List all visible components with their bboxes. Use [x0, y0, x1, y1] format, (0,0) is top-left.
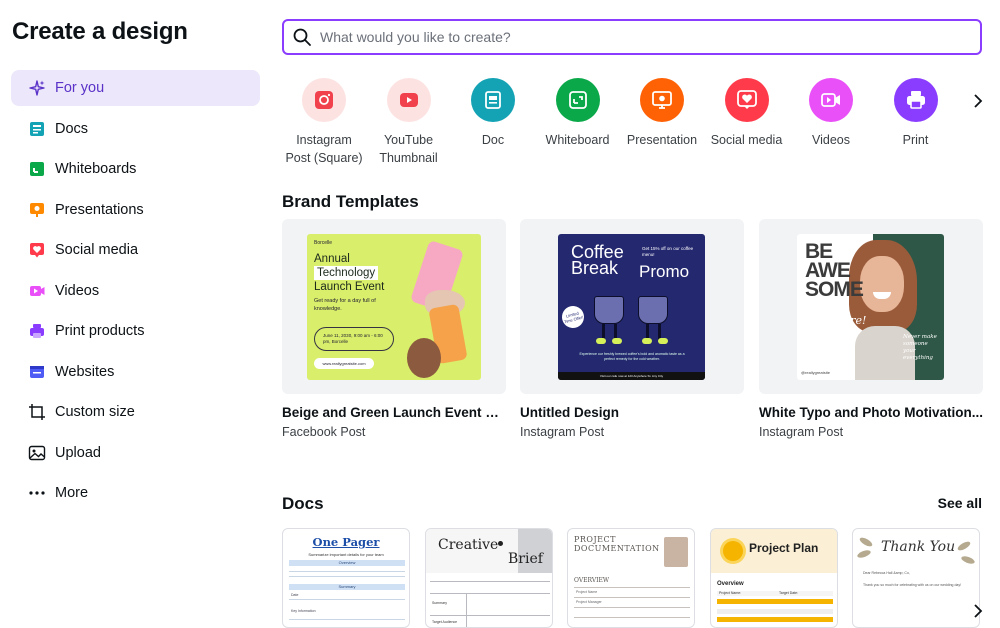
- category-label: YouTube Thumbnail: [379, 133, 438, 165]
- doc-template-card[interactable]: PROJECT DOCUMENTATION OVERVIEW Project N…: [567, 528, 695, 628]
- sidebar-item-label: Custom size: [55, 404, 135, 420]
- sidebar-item-for-you[interactable]: For you: [11, 70, 260, 106]
- sidebar-item-websites[interactable]: Websites: [11, 354, 260, 390]
- template-thumbnail: Coffee Break Promo Get 15% off on our cof…: [520, 219, 744, 394]
- doc-template-card[interactable]: Thank You Dear Rebecca Hall &amp; Co, Th…: [852, 528, 980, 628]
- template-artwork: Borcelle Annual Technology Launch Event …: [307, 234, 481, 380]
- sparkle-icon: [28, 79, 46, 97]
- whiteboard-icon: [555, 78, 600, 122]
- sidebar-nav: For you Docs Whiteboards Presentations S…: [11, 70, 260, 516]
- sidebar-item-presentations[interactable]: Presentations: [11, 192, 260, 228]
- template-type: Instagram Post: [759, 425, 844, 439]
- category-label: Presentation: [626, 133, 698, 147]
- template-artwork: BE AWE SOME and more! Never make someone y…: [797, 234, 944, 380]
- sidebar: Create a design For you Docs Whiteboards…: [0, 0, 270, 628]
- sidebar-item-custom-size[interactable]: Custom size: [11, 394, 260, 430]
- sidebar-item-videos[interactable]: Videos: [11, 273, 260, 309]
- docs-next-button[interactable]: [968, 600, 988, 622]
- crop-icon: [28, 403, 46, 421]
- template-card[interactable]: Coffee Break Promo Get 15% off on our cof…: [520, 219, 744, 439]
- heart-icon: [724, 78, 769, 122]
- category-label: Videos: [812, 133, 850, 147]
- doc-template-card[interactable]: One Pager Summarize important details fo…: [282, 528, 410, 628]
- presentation-icon: [28, 201, 46, 219]
- category-youtube-thumbnail[interactable]: YouTube Thumbnail: [367, 78, 451, 167]
- more-dots-icon: [28, 484, 46, 502]
- categories-next-button[interactable]: [968, 90, 988, 112]
- category-presentation[interactable]: Presentation: [620, 78, 704, 149]
- video-icon: [809, 78, 853, 122]
- sidebar-item-label: Upload: [55, 444, 101, 461]
- category-print[interactable]: Print: [874, 78, 958, 149]
- printer-icon: [28, 322, 46, 340]
- sidebar-item-label: Videos: [55, 282, 100, 299]
- doc-icon: [471, 78, 515, 122]
- category-label: Doc: [481, 133, 505, 147]
- video-icon: [28, 282, 46, 300]
- page-title: Create a design: [12, 18, 188, 45]
- sidebar-item-more[interactable]: More: [11, 475, 260, 511]
- category-label: Print: [902, 133, 929, 147]
- template-thumbnail: Borcelle Annual Technology Launch Event …: [282, 219, 506, 394]
- template-name: Untitled Design: [520, 405, 620, 420]
- search-bar[interactable]: [282, 19, 982, 55]
- docs-row: One Pager Summarize important details fo…: [282, 528, 982, 628]
- chevron-right-icon: [974, 604, 983, 618]
- search-icon: [292, 27, 312, 47]
- category-instagram-post[interactable]: Instagram Post (Square): [282, 78, 366, 167]
- youtube-icon: [386, 78, 431, 122]
- sidebar-item-label: For you: [55, 80, 105, 96]
- sidebar-item-label: Whiteboards: [55, 161, 137, 177]
- template-card[interactable]: Borcelle Annual Technology Launch Event …: [282, 219, 506, 439]
- template-card[interactable]: BE AWE SOME and more! Never make someone y…: [759, 219, 983, 439]
- search-input[interactable]: [320, 29, 960, 45]
- whiteboard-icon: [28, 160, 46, 178]
- sidebar-item-print-products[interactable]: Print products: [11, 313, 260, 349]
- template-type: Instagram Post: [520, 425, 605, 439]
- category-social-media[interactable]: Social media: [705, 78, 789, 149]
- category-label: Social media: [710, 133, 783, 147]
- sidebar-item-docs[interactable]: Docs: [11, 111, 260, 147]
- template-type: Facebook Post: [282, 425, 366, 439]
- printer-icon: [893, 78, 938, 122]
- template-name: White Typo and Photo Motivation...: [759, 405, 983, 420]
- category-doc[interactable]: Doc: [451, 78, 535, 149]
- chevron-right-icon: [974, 94, 983, 108]
- sidebar-item-label: Print products: [55, 323, 145, 339]
- website-icon: [28, 363, 46, 381]
- sidebar-item-upload[interactable]: Upload: [11, 435, 260, 471]
- template-name: Beige and Green Launch Event Mo...: [282, 405, 506, 420]
- brand-templates-heading: Brand Templates: [282, 192, 419, 211]
- category-label: Whiteboard: [545, 133, 610, 147]
- template-artwork: Coffee Break Promo Get 15% off on our cof…: [558, 234, 705, 380]
- category-label: Instagram Post (Square): [285, 133, 363, 165]
- doc-template-card[interactable]: Creative Brief Summary Target Audience: [425, 528, 553, 628]
- sidebar-item-label: Social media: [55, 242, 139, 258]
- category-shortcuts: Instagram Post (Square) YouTube Thumbnai…: [282, 78, 982, 170]
- category-whiteboard[interactable]: Whiteboard: [536, 78, 620, 149]
- category-videos[interactable]: Videos: [789, 78, 873, 149]
- see-all-link[interactable]: See all: [938, 495, 982, 511]
- doc-template-card[interactable]: Project Plan Overview Project Name: Targ…: [710, 528, 838, 628]
- sidebar-item-whiteboards[interactable]: Whiteboards: [11, 151, 260, 187]
- sidebar-item-label: More: [55, 485, 89, 501]
- presentation-icon: [640, 78, 684, 122]
- docs-heading: Docs: [282, 494, 324, 513]
- sidebar-item-social-media[interactable]: Social media: [11, 232, 260, 268]
- heart-icon: [28, 241, 46, 259]
- sidebar-item-label: Websites: [55, 363, 115, 380]
- docs-icon: [28, 120, 46, 138]
- template-thumbnail: BE AWE SOME and more! Never make someone y…: [759, 219, 983, 394]
- instagram-icon: [302, 78, 346, 122]
- sidebar-item-label: Presentations: [55, 201, 144, 218]
- upload-image-icon: [28, 444, 46, 462]
- sidebar-item-label: Docs: [55, 120, 89, 137]
